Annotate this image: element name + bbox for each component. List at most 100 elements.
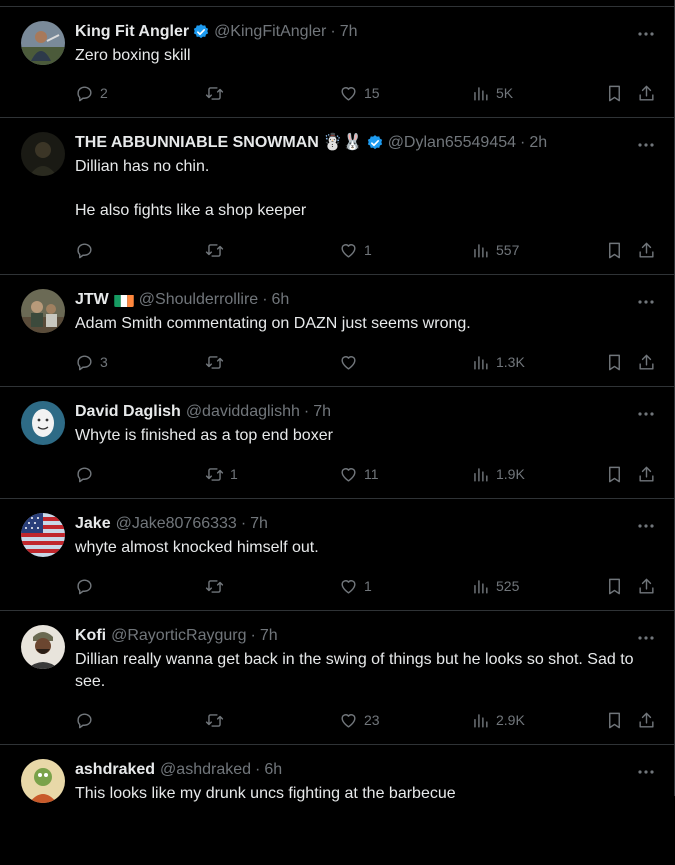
more-dots-icon[interactable] [636,628,656,648]
author-handle[interactable]: @KingFitAngler [214,22,326,42]
tweet[interactable]: Jake @Jake80766333 · 7h whyte almost kno… [0,499,674,611]
timestamp[interactable]: 2h [529,133,547,153]
author-name[interactable]: THE ABBUNNIABLE SNOWMAN [75,133,319,153]
like-count: 1 [364,242,372,258]
author-handle[interactable]: @Jake80766333 [116,514,237,534]
timestamp[interactable]: 7h [313,402,331,422]
tweet-text: Dillian has no chin. He also fights like … [75,156,655,222]
more-dots-icon[interactable] [636,404,656,424]
timestamp[interactable]: 7h [260,626,278,646]
bookmark-icon [609,242,620,258]
views-button[interactable]: 5K [471,83,513,103]
bookmark-icon [609,578,620,594]
timestamp[interactable]: 6h [264,760,282,780]
avatar[interactable] [21,759,65,803]
repost-button[interactable]: 1 [205,464,238,484]
like-button[interactable]: 23 [339,710,380,730]
reply-button[interactable] [75,710,100,730]
tweet-text-line: Dillian really wanna get back in the swi… [75,651,634,690]
views-bar-icon [474,355,488,370]
repost-button[interactable] [205,710,230,730]
tweet[interactable]: David Daglish @daviddaglishh · 7h Whyte … [0,387,674,499]
timestamp[interactable]: 7h [340,22,358,42]
bookmark-button[interactable] [605,352,624,372]
share-button[interactable] [637,710,656,730]
author-name[interactable]: Jake [75,514,111,534]
separator-dot: · [255,761,261,778]
views-button[interactable]: 1.9K [471,464,525,484]
like-button[interactable]: 1 [339,576,372,596]
reply-bubble-icon [77,354,92,370]
reply-bubble-icon [77,242,92,258]
bookmark-button[interactable] [605,464,624,484]
more-dots-icon[interactable] [636,292,656,312]
author-name[interactable]: JTW [75,290,109,310]
views-button[interactable]: 557 [471,240,519,260]
repost-arrows-icon [205,467,224,481]
more-dots-icon[interactable] [636,135,656,155]
tweet-text-line: He also fights like a shop keeper [75,202,307,219]
tweet[interactable]: JTW @Shoulderrollire · 6h Adam Smith com… [0,275,674,387]
tweet-text: Whyte is finished as a top end boxer [75,425,655,447]
repost-button[interactable] [205,576,230,596]
avatar[interactable] [21,401,65,445]
views-button[interactable]: 525 [471,576,519,596]
like-button[interactable]: 11 [339,464,379,484]
author-name[interactable]: David Daglish [75,402,181,422]
repost-button[interactable] [205,240,230,260]
like-button[interactable] [339,352,364,372]
avatar[interactable] [21,132,65,176]
reply-button[interactable] [75,464,100,484]
reply-button[interactable]: 2 [75,83,108,103]
avatar[interactable] [21,289,65,333]
more-dots-icon[interactable] [636,762,656,782]
author-name[interactable]: King Fit Angler [75,22,189,42]
separator-dot: · [250,627,256,644]
views-bar-icon [474,713,488,728]
heart-icon [341,86,356,101]
more-dots-icon[interactable] [636,516,656,536]
bookmark-button[interactable] [605,576,624,596]
timestamp[interactable]: 6h [272,290,290,310]
share-button[interactable] [637,576,656,596]
name-emojis: ☃️🐰 [322,134,363,151]
tweet[interactable]: ashdraked @ashdraked · 6h This looks lik… [0,745,674,865]
author-handle[interactable]: @Dylan65549454 [388,133,516,153]
repost-button[interactable] [205,83,230,103]
like-button[interactable]: 1 [339,240,372,260]
author-handle[interactable]: @Shoulderrollire [139,290,258,310]
view-count: 557 [496,242,520,258]
author-name[interactable]: Kofi [75,626,106,646]
separator-dot: · [520,134,526,151]
avatar[interactable] [21,625,65,669]
action-bar: 23 2.9K [75,710,660,730]
avatar[interactable] [21,21,65,65]
reply-button[interactable] [75,576,100,596]
share-button[interactable] [637,240,656,260]
timestamp[interactable]: 7h [250,514,268,534]
share-button[interactable] [637,352,656,372]
like-button[interactable]: 15 [339,83,380,103]
author-handle[interactable]: @ashdraked [160,760,251,780]
reply-button[interactable]: 3 [75,352,108,372]
repost-button[interactable] [205,352,230,372]
share-upload-icon [639,85,654,101]
views-button[interactable]: 1.3K [471,352,525,372]
bookmark-button[interactable] [605,240,624,260]
author-name[interactable]: ashdraked [75,760,155,780]
share-button[interactable] [637,464,656,484]
views-button[interactable]: 2.9K [471,710,525,730]
avatar[interactable] [21,513,65,557]
views-bar-icon [474,467,488,482]
more-dots-icon[interactable] [636,24,656,44]
tweet[interactable]: King Fit Angler @KingFitAngler · 7h Zero… [0,7,674,118]
author-handle[interactable]: @daviddaglishh [186,402,300,422]
bookmark-button[interactable] [605,710,624,730]
share-button[interactable] [637,83,656,103]
tweet[interactable]: THE ABBUNNIABLE SNOWMAN ☃️🐰 @Dylan655494… [0,118,674,275]
tweet[interactable]: Kofi @RayorticRaygurg · 7h Dillian reall… [0,611,674,745]
reply-button[interactable] [75,240,100,260]
tweet-text-line: Adam Smith commentating on DAZN just see… [75,315,471,332]
author-handle[interactable]: @RayorticRaygurg [111,626,246,646]
bookmark-button[interactable] [605,83,624,103]
